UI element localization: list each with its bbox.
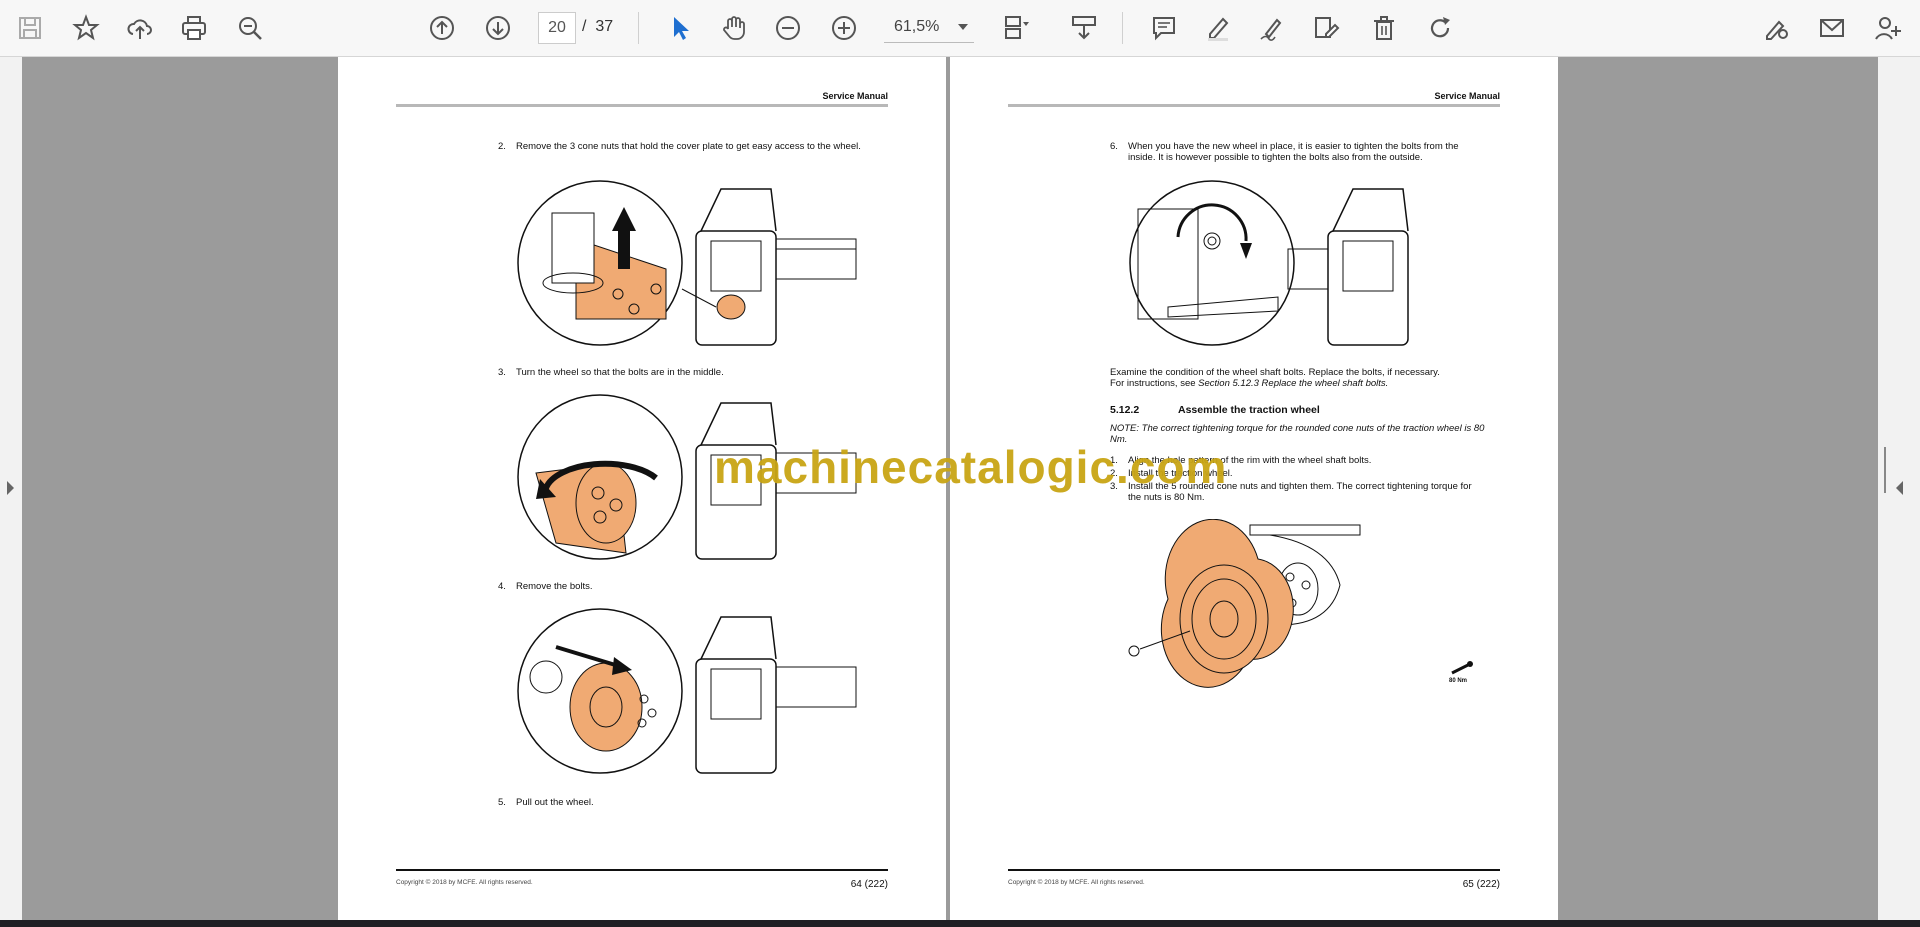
comment-icon[interactable] (1144, 8, 1184, 48)
delete-icon[interactable] (1364, 8, 1404, 48)
page-separator: / 37 (582, 18, 614, 35)
save-icon[interactable] (10, 8, 50, 48)
zoom-in-icon[interactable] (824, 8, 864, 48)
next-page-icon[interactable] (478, 8, 518, 48)
header-rule (1008, 104, 1500, 107)
find-zoom-icon[interactable] (230, 8, 270, 48)
figure-install-wheel (1128, 519, 1361, 688)
page-view-icon[interactable] (996, 8, 1036, 48)
figure-remove-bolts (517, 608, 857, 774)
email-icon[interactable] (1812, 8, 1852, 48)
rotate-icon[interactable] (1420, 8, 1460, 48)
expand-right-icon (1896, 481, 1903, 495)
figure-tighten-bolts (1129, 180, 1409, 346)
page-header: Service Manual (1434, 91, 1500, 101)
section-reference-link[interactable]: Section 5.12.3 Replace the wheel shaft b… (1198, 378, 1388, 389)
footer-rule (1008, 869, 1500, 871)
bookmark-star-icon[interactable] (66, 8, 106, 48)
sign-icon[interactable] (1252, 8, 1292, 48)
toolbar: / 37 61,5% (0, 0, 1920, 57)
examine-paragraph: Examine the condition of the wheel shaft… (1110, 367, 1440, 389)
page-number-input[interactable] (538, 12, 576, 44)
print-icon[interactable] (174, 8, 214, 48)
toolbar-divider (638, 12, 639, 44)
right-panel-toggle[interactable] (1878, 57, 1920, 920)
select-cursor-icon[interactable] (660, 8, 700, 48)
left-panel-toggle[interactable] (0, 57, 22, 920)
zoom-out-icon[interactable] (768, 8, 808, 48)
zoom-select[interactable]: 61,5% (884, 12, 974, 43)
header-rule (396, 104, 888, 107)
taskbar-edge (0, 920, 1920, 927)
chevron-down-icon (958, 24, 968, 30)
expand-left-icon (7, 481, 14, 495)
toolbar-divider (1122, 12, 1123, 44)
page-number: 64 (222) (850, 879, 888, 890)
copyright: Copyright © 2018 by MCFE. All rights res… (396, 879, 533, 886)
page-header: Service Manual (822, 91, 888, 101)
hand-tool-icon[interactable] (714, 8, 754, 48)
figure-remove-cone-nuts (517, 180, 857, 346)
copyright: Copyright © 2018 by MCFE. All rights res… (1008, 879, 1145, 886)
torque-label: 80 Nm (1449, 678, 1468, 684)
upload-cloud-icon[interactable] (120, 8, 160, 48)
section-heading: 5.12.2 Assemble the traction wheel (1110, 404, 1320, 416)
highlight-pen-icon[interactable] (1198, 8, 1238, 48)
zoom-value: 61,5% (894, 18, 940, 35)
scrollbar-thumb[interactable] (1884, 447, 1886, 493)
total-pages: 37 (595, 18, 614, 35)
previous-page-icon[interactable] (422, 8, 462, 48)
footer-rule (396, 869, 888, 871)
edit-text-icon[interactable] (1306, 8, 1346, 48)
fill-sign-icon[interactable] (1756, 8, 1796, 48)
share-user-icon[interactable] (1868, 8, 1908, 48)
page-number: 65 (222) (1462, 879, 1500, 890)
torque-wrench-icon (1451, 661, 1473, 675)
watermark: machinecatalogic.com (714, 441, 1228, 493)
scroll-mode-icon[interactable] (1064, 8, 1104, 48)
